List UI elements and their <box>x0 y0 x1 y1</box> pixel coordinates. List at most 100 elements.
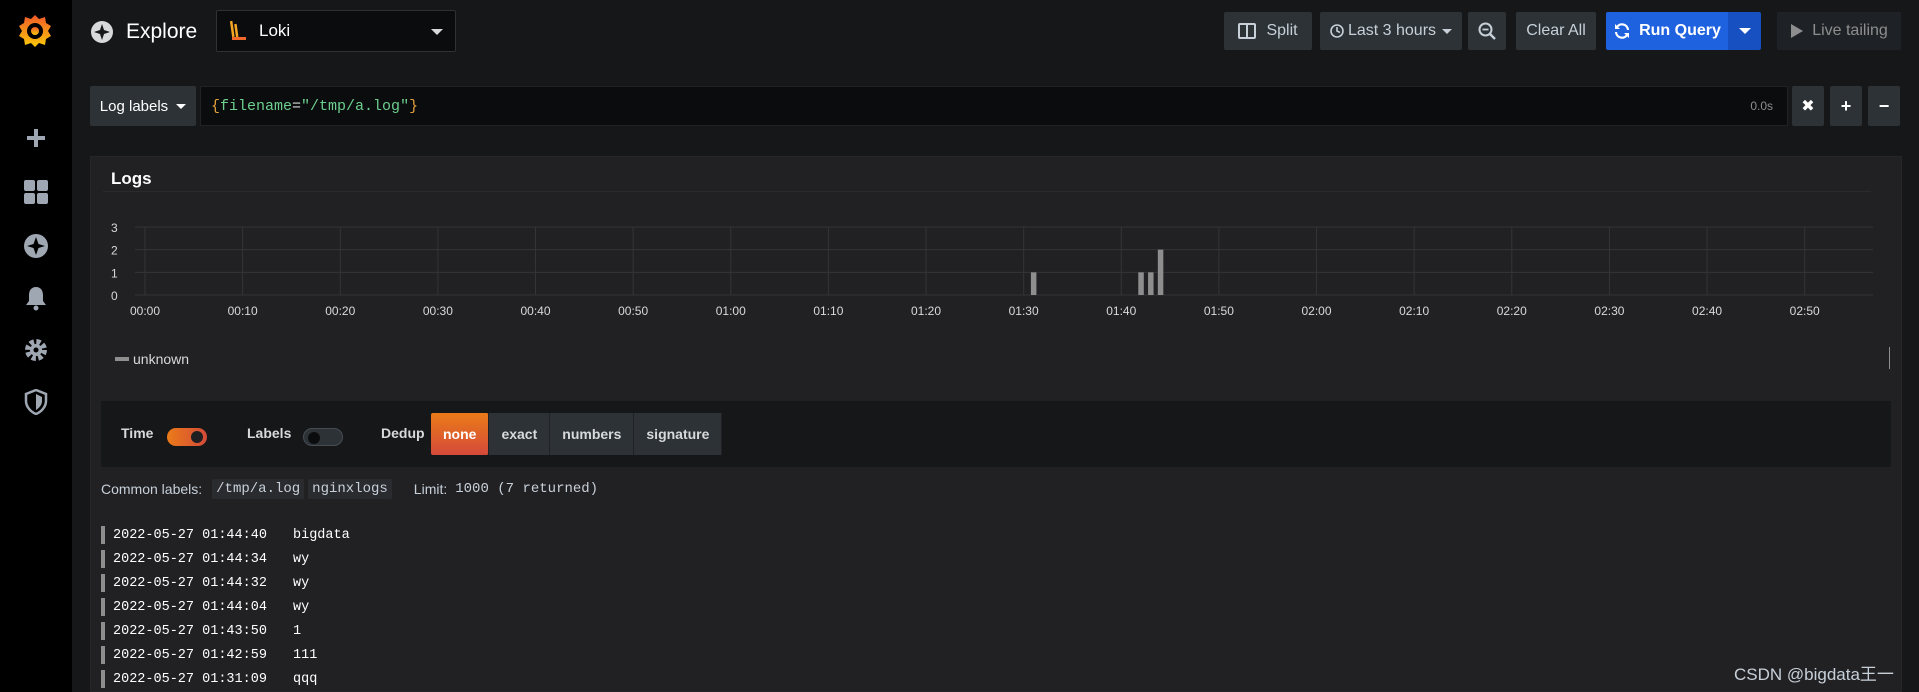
logs-meta: Common labels: /tmp/a.log nginxlogs Limi… <box>101 479 598 499</box>
clear-all-button[interactable]: Clear All <box>1516 12 1596 50</box>
log-timestamp: 2022-05-27 01:44:04 <box>113 599 267 615</box>
log-timestamp: 2022-05-27 01:44:32 <box>113 575 267 591</box>
query-equals: = <box>292 97 302 115</box>
datasource-name: Loki <box>259 21 291 40</box>
y-tick-label: 2 <box>111 244 118 258</box>
sidebar <box>0 0 72 692</box>
x-tick-label: 02:40 <box>1692 304 1722 318</box>
toggle-knob <box>191 431 203 443</box>
x-tick-label: 01:00 <box>716 304 746 318</box>
collapse-query-button[interactable]: − <box>1868 86 1900 126</box>
log-timestamp: 2022-05-27 01:44:34 <box>113 551 267 567</box>
add-query-button[interactable]: + <box>1830 86 1862 126</box>
x-tick-label: 00:20 <box>325 304 355 318</box>
y-tick-label: 1 <box>111 266 118 280</box>
refresh-icon <box>1614 23 1630 39</box>
log-row[interactable]: 2022-05-27 01:44:32 wy <box>101 571 350 595</box>
x-tick-label: 02:30 <box>1594 304 1624 318</box>
dedup-signature-button[interactable]: signature <box>634 413 723 455</box>
x-tick-label: 00:10 <box>228 304 258 318</box>
x-tick-label: 00:30 <box>423 304 453 318</box>
time-range-picker[interactable]: Last 3 hours <box>1320 12 1462 50</box>
plus-icon[interactable] <box>22 124 50 152</box>
clock-icon <box>1330 24 1344 38</box>
log-row[interactable]: 2022-05-27 01:43:50 1 <box>101 619 350 643</box>
log-message: qqq <box>293 671 318 687</box>
histogram-bar <box>1148 272 1154 295</box>
explore-icon <box>91 21 113 43</box>
log-level-bar <box>101 550 105 568</box>
log-message: wy <box>293 575 310 591</box>
run-query-dropdown[interactable] <box>1728 12 1761 50</box>
log-timestamp: 2022-05-27 01:31:09 <box>113 671 267 687</box>
dedup-exact-button[interactable]: exact <box>489 413 551 455</box>
chart-legend[interactable]: unknown <box>115 351 189 367</box>
log-row[interactable]: 2022-05-27 01:44:34 wy <box>101 547 350 571</box>
log-level-bar <box>101 526 105 544</box>
split-label: Split <box>1266 22 1298 39</box>
limit-label: Limit: <box>413 481 448 497</box>
x-tick-label: 02:10 <box>1399 304 1429 318</box>
log-row[interactable]: 2022-05-27 01:31:09 qqq <box>101 667 350 691</box>
log-labels-label: Log labels <box>99 97 169 115</box>
log-message: 1 <box>293 623 302 639</box>
log-labels-button[interactable]: Log labels <box>90 86 196 126</box>
live-tailing-button[interactable]: Live tailing <box>1777 12 1901 50</box>
grafana-logo-icon[interactable] <box>16 12 54 50</box>
page-title: Explore <box>126 20 198 43</box>
run-query-button[interactable]: Run Query <box>1606 12 1728 50</box>
time-toggle[interactable] <box>167 428 207 446</box>
panel-divider <box>103 191 1871 192</box>
labels-toggle-label: Labels <box>247 425 292 441</box>
chevron-down-icon <box>176 103 187 109</box>
shield-icon[interactable] <box>22 388 50 416</box>
query-input[interactable]: { filename = "/tmp/a.log" } 0.0s <box>200 86 1788 126</box>
log-message: bigdata <box>293 527 350 543</box>
y-tick-label: 3 <box>111 221 118 235</box>
resize-handle[interactable] <box>1889 347 1890 369</box>
zoom-out-button[interactable] <box>1468 12 1506 50</box>
query-open-brace: { <box>211 97 221 115</box>
log-row[interactable]: 2022-05-27 01:42:59 111 <box>101 643 350 667</box>
dashboards-icon[interactable] <box>22 178 50 206</box>
chevron-down-icon <box>431 29 443 35</box>
toggle-knob <box>308 432 320 444</box>
play-icon <box>1791 24 1804 38</box>
loki-logo-icon <box>229 20 246 40</box>
common-labels-label: Common labels: <box>101 481 203 497</box>
dedup-none-button[interactable]: none <box>431 413 490 455</box>
log-row[interactable]: 2022-05-27 01:44:40 bigdata <box>101 523 350 547</box>
plus-icon: + <box>1840 95 1852 116</box>
log-rows: 2022-05-27 01:44:40 bigdata 2022-05-27 01… <box>101 523 350 691</box>
log-row[interactable]: 2022-05-27 01:44:04 wy <box>101 595 350 619</box>
log-level-bar <box>101 670 105 688</box>
query-duration: 0.0s <box>1750 99 1773 113</box>
query-label-key: filename <box>220 97 293 115</box>
gear-icon[interactable] <box>22 336 50 364</box>
close-icon: ✖ <box>1801 98 1815 115</box>
run-query-label: Run Query <box>1639 22 1721 39</box>
query-close-brace: } <box>409 97 419 115</box>
log-message: wy <box>293 551 310 567</box>
x-tick-label: 00:00 <box>130 304 160 318</box>
remove-query-button[interactable]: ✖ <box>1792 86 1824 126</box>
explore-compass-icon[interactable] <box>22 232 50 260</box>
limit-value: 1000 (7 returned) <box>455 481 599 497</box>
common-label-tag: /tmp/a.log <box>212 479 305 499</box>
x-tick-label: 01:20 <box>911 304 941 318</box>
x-tick-label: 02:20 <box>1497 304 1527 318</box>
dedup-numbers-button[interactable]: numbers <box>550 413 635 455</box>
bell-icon[interactable] <box>22 284 50 312</box>
x-tick-label: 01:10 <box>813 304 843 318</box>
dedup-label: Dedup <box>381 425 425 441</box>
histogram-bar <box>1138 272 1144 295</box>
log-timestamp: 2022-05-27 01:42:59 <box>113 647 267 663</box>
log-timestamp: 2022-05-27 01:43:50 <box>113 623 267 639</box>
split-button[interactable]: Split <box>1224 12 1312 50</box>
time-range-label: Last 3 hours <box>1347 22 1437 39</box>
datasource-picker[interactable]: Loki <box>216 10 456 52</box>
labels-toggle[interactable] <box>303 428 343 446</box>
x-tick-label: 02:50 <box>1790 304 1820 318</box>
x-tick-label: 02:00 <box>1302 304 1332 318</box>
y-tick-label: 0 <box>111 289 118 303</box>
